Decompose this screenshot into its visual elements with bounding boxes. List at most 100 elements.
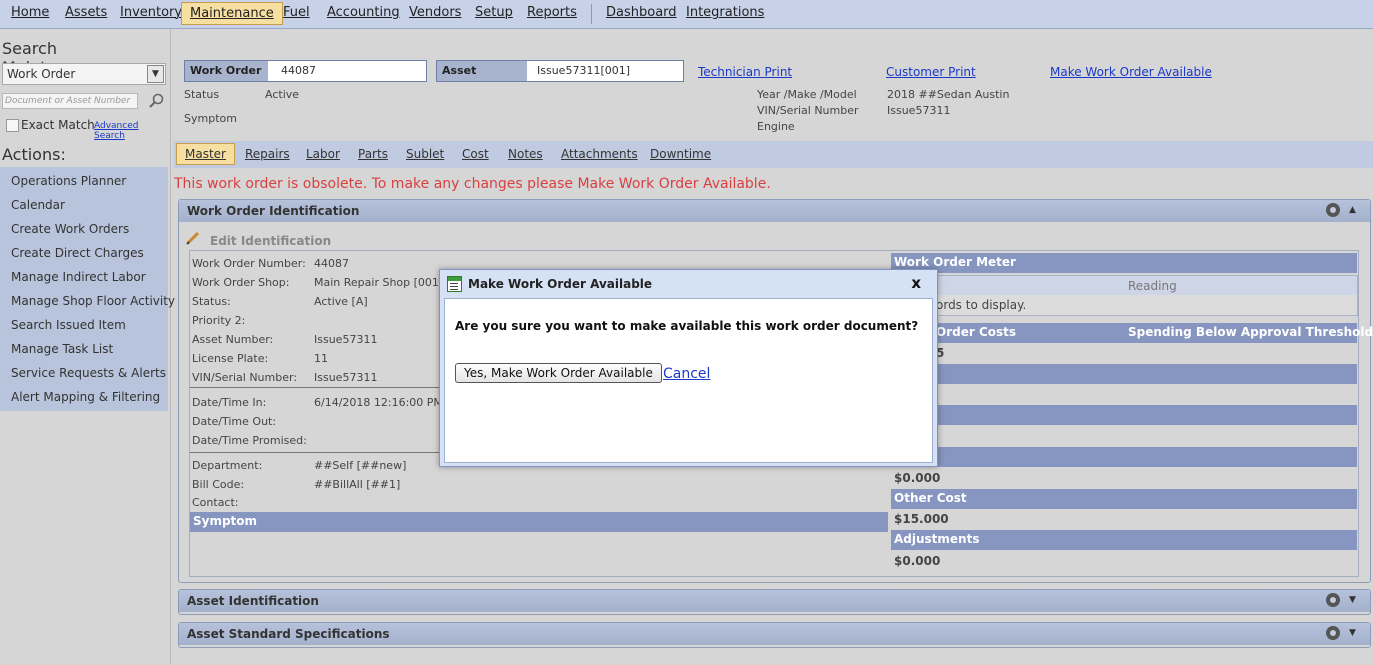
section-header[interactable]: Work Order Identification ▲ [179, 200, 1370, 222]
nav-dashboard[interactable]: Dashboard [606, 5, 677, 20]
misc-label: Department: [192, 459, 263, 472]
edit-identification-link[interactable]: Edit Identification [210, 234, 331, 248]
make-available-link[interactable]: Make Work Order Available [1050, 65, 1212, 79]
engine-label: Engine [757, 120, 795, 133]
exact-match-checkbox[interactable] [6, 119, 19, 132]
gear-icon[interactable] [1326, 203, 1340, 217]
action-manage-shop-floor-activity[interactable]: Manage Shop Floor Activity [11, 294, 175, 308]
work-order-label: Work Order [185, 61, 268, 81]
detail-value: Issue57311 [314, 333, 378, 346]
nav-setup[interactable]: Setup [475, 5, 513, 20]
nav-accounting[interactable]: Accounting [327, 5, 400, 20]
nav-fuel[interactable]: Fuel [283, 5, 310, 20]
other-cost-title: Other Cost [894, 491, 967, 505]
detail-label: Status: [192, 295, 231, 308]
action-search-issued-item[interactable]: Search Issued Item [11, 318, 126, 332]
meter-title: Work Order Meter [894, 255, 1016, 269]
nav-inventory[interactable]: Inventory [120, 5, 182, 20]
tab-labor[interactable]: Labor [306, 147, 340, 161]
nav-assets[interactable]: Assets [65, 5, 107, 20]
section-title: Asset Standard Specifications [187, 627, 390, 641]
tab-sublet[interactable]: Sublet [406, 147, 444, 161]
action-service-requests-alerts[interactable]: Service Requests & Alerts [11, 366, 166, 380]
work-order-field: Work Order 44087 [184, 60, 427, 82]
dialog-body: Are you sure you want to make available … [444, 298, 933, 463]
adjustments-bar: Adjustments [891, 530, 1357, 550]
tab-notes[interactable]: Notes [508, 147, 543, 161]
action-alert-mapping-filtering[interactable]: Alert Mapping & Filtering [11, 390, 160, 404]
action-create-direct-charges[interactable]: Create Direct Charges [11, 246, 144, 260]
ymm-value: 2018 ##Sedan Austin [887, 88, 1010, 101]
cost-value: $0.000 [894, 471, 941, 485]
cancel-link[interactable]: Cancel [663, 366, 710, 382]
gear-icon[interactable] [1326, 626, 1340, 640]
chevron-down-icon[interactable]: ▼ [1349, 628, 1356, 638]
section-title: Asset Identification [187, 594, 319, 608]
detail-label: Priority 2: [192, 314, 246, 327]
tab-bar: Master Repairs Labor Parts Sublet Cost N… [174, 141, 1373, 168]
asset-field: Asset Issue57311[001] [436, 60, 684, 82]
chevron-up-icon[interactable]: ▲ [1349, 205, 1356, 215]
nav-reports[interactable]: Reports [527, 5, 577, 20]
nav-integrations[interactable]: Integrations [686, 5, 764, 20]
asset-standard-specifications-section: Asset Standard Specifications ▼ [178, 622, 1371, 648]
action-operations-planner[interactable]: Operations Planner [11, 174, 126, 188]
misc-label: Bill Code: [192, 478, 245, 491]
date-label: Date/Time Out: [192, 415, 277, 428]
meter-bar: Work Order Meter [891, 253, 1357, 273]
chevron-down-icon[interactable]: ▼ [1349, 595, 1356, 605]
tab-repairs[interactable]: Repairs [245, 147, 290, 161]
gear-icon[interactable] [1326, 593, 1340, 607]
action-manage-indirect-labor[interactable]: Manage Indirect Labor [11, 270, 146, 284]
top-nav: Home Assets Inventory Maintenance Fuel A… [0, 0, 1373, 29]
action-manage-task-list[interactable]: Manage Task List [11, 342, 113, 356]
nav-vendors[interactable]: Vendors [409, 5, 461, 20]
work-order-value: 44087 [281, 64, 316, 77]
action-create-work-orders[interactable]: Create Work Orders [11, 222, 129, 236]
detail-label: VIN/Serial Number: [192, 371, 298, 384]
tab-parts[interactable]: Parts [358, 147, 388, 161]
technician-print-link[interactable]: Technician Print [698, 65, 792, 79]
tab-attachments[interactable]: Attachments [561, 147, 638, 161]
no-records-text: ords to display. [936, 298, 1027, 312]
tab-downtime[interactable]: Downtime [650, 147, 711, 161]
detail-value: 44087 [314, 257, 349, 270]
tab-cost[interactable]: Cost [462, 147, 489, 161]
dialog-title: Make Work Order Available [468, 277, 653, 291]
meter-grid-header: Reading [891, 275, 1358, 296]
confirm-make-available-button[interactable]: Yes, Make Work Order Available [455, 363, 662, 383]
date-label: Date/Time In: [192, 396, 267, 409]
date-value: 6/14/2018 12:16:00 PM [314, 396, 443, 409]
section-header[interactable]: Asset Identification ▼ [179, 590, 1370, 612]
detail-label: Work Order Number: [192, 257, 306, 270]
nav-home[interactable]: Home [11, 5, 49, 20]
actions-title: Actions: [2, 145, 66, 164]
vin-value: Issue57311 [887, 104, 951, 117]
search-input[interactable]: Document or Asset Number [2, 93, 138, 109]
obsolete-warning: This work order is obsolete. To make any… [174, 176, 771, 192]
misc-label: Contact: [192, 496, 239, 509]
action-calendar[interactable]: Calendar [11, 198, 65, 212]
exact-match-label: Exact Match [21, 118, 95, 132]
advanced-search-link[interactable]: Advanced Search [94, 121, 170, 141]
misc-value: ##BillAll [##1] [314, 478, 401, 491]
customer-print-link[interactable]: Customer Print [886, 65, 976, 79]
section-header[interactable]: Asset Standard Specifications ▼ [179, 623, 1370, 645]
spending-status: Spending Below Approval Threshold [1128, 325, 1373, 339]
chevron-down-icon[interactable]: ▼ [147, 65, 164, 83]
other-cost-value: $15.000 [894, 512, 949, 526]
costs-title: Order Costs [936, 325, 1017, 339]
nav-maintenance[interactable]: Maintenance [181, 2, 283, 25]
section-title: Work Order Identification [187, 204, 360, 218]
tab-master[interactable]: Master [176, 143, 235, 165]
make-available-dialog: Make Work Order Available x Are you sure… [439, 269, 938, 467]
close-icon[interactable]: x [911, 274, 921, 292]
detail-value: Active [A] [314, 295, 368, 308]
detail-value: Main Repair Shop [001] [314, 276, 444, 289]
symptom-label: Symptom [184, 112, 237, 125]
search-type-select[interactable]: Work Order ▼ [2, 63, 166, 85]
detail-label: Asset Number: [192, 333, 274, 346]
status-label: Status [184, 88, 220, 101]
asset-value: Issue57311[001] [537, 64, 631, 77]
search-icon[interactable] [148, 93, 164, 109]
